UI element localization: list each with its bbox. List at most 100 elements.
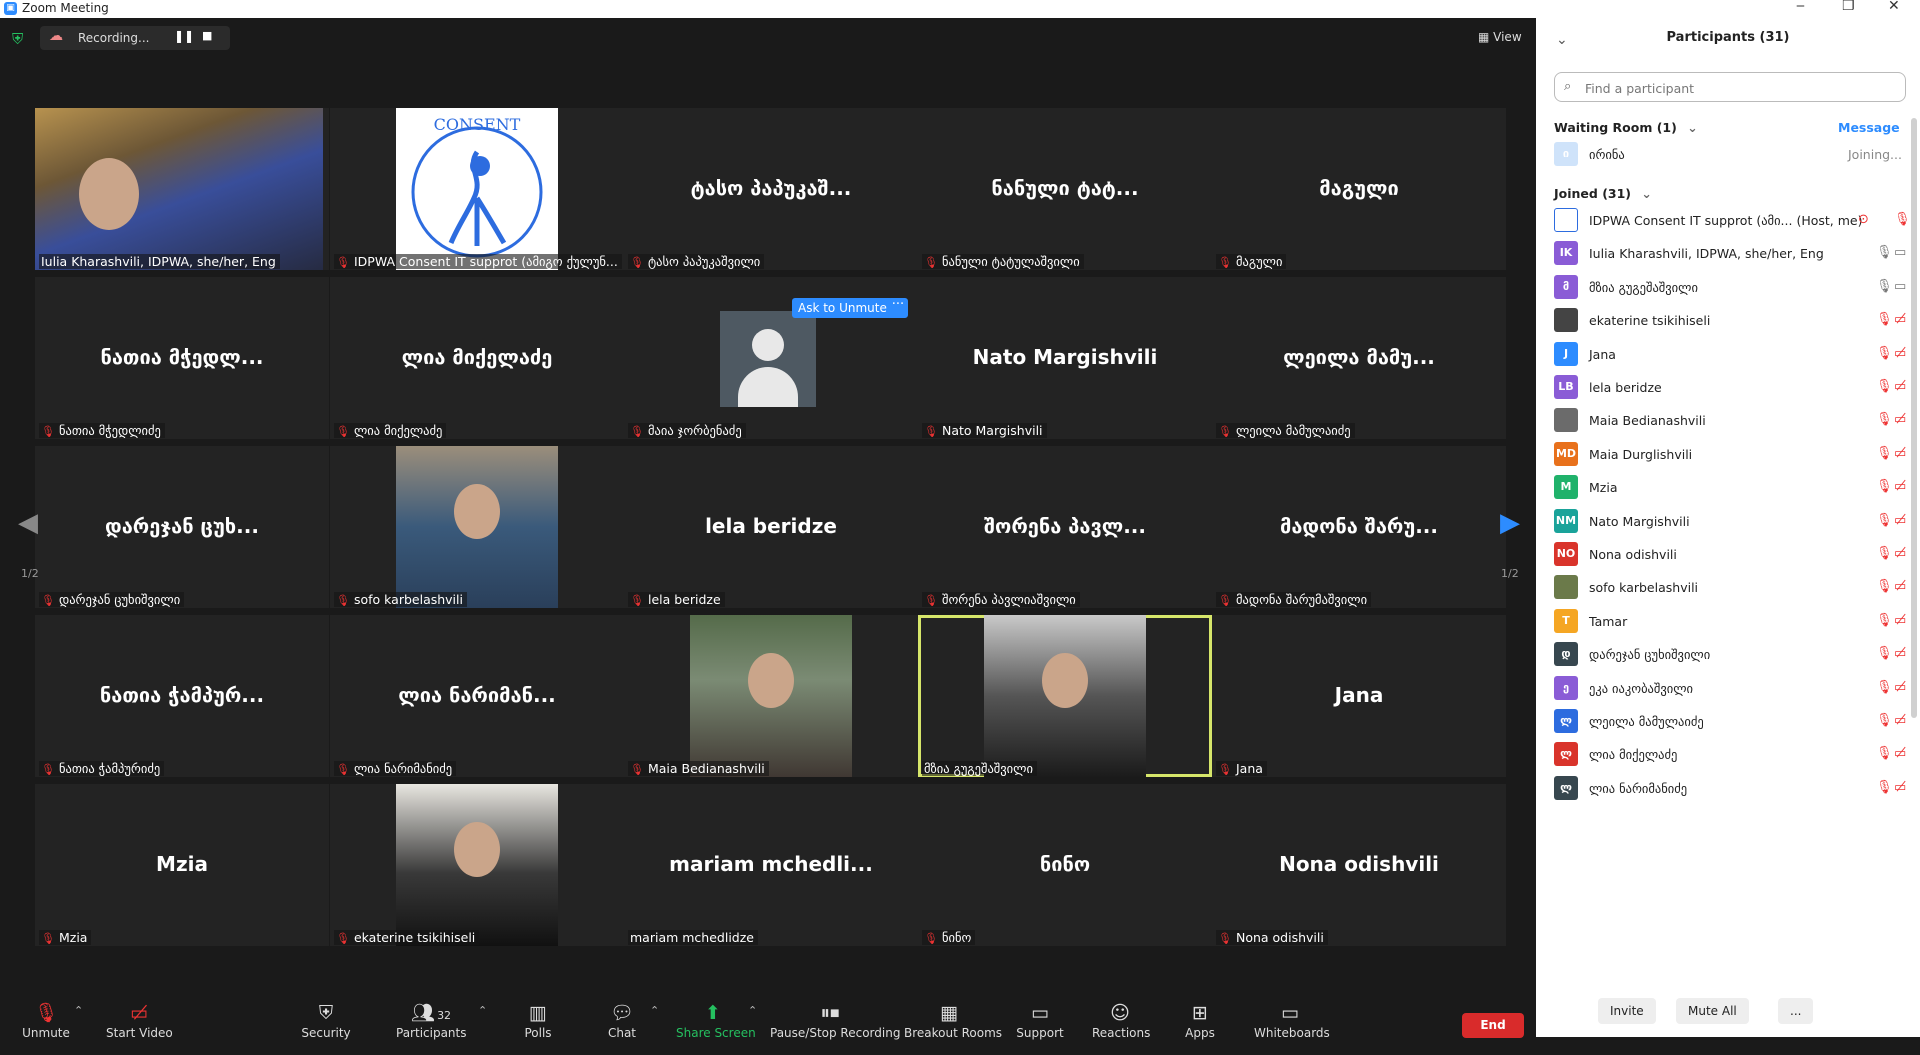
- camera-off-icon[interactable]: ▭̸: [1894, 312, 1906, 327]
- participant-row[interactable]: ე ეკა იაკობაშვილი 🎙︎ ▭̸: [1554, 670, 1914, 703]
- apps-button[interactable]: ⊞ Apps: [1184, 1002, 1216, 1040]
- video-tile[interactable]: მზია გუგეშაშვილი: [918, 615, 1212, 777]
- chat-button[interactable]: 💬︎ Chat: [604, 1002, 640, 1040]
- tile-more-button[interactable]: ···: [888, 298, 908, 318]
- video-tile[interactable]: შორენა პავლ... 🎙︎ შორენა პავლიაშვილი: [918, 446, 1212, 608]
- video-tile[interactable]: 🎙︎ sofo karbelashvili: [330, 446, 624, 608]
- camera-off-icon[interactable]: ▭̸: [1894, 746, 1906, 761]
- recording-dot-icon[interactable]: ⊙: [1858, 212, 1869, 227]
- video-tile[interactable]: მადონა შარუ... 🎙︎ მადონა შარუმაშვილი: [1212, 446, 1506, 608]
- video-tile[interactable]: ნანული ტატ... 🎙︎ ნანული ტატულაშვილი: [918, 108, 1212, 270]
- video-tile[interactable]: Iulia Kharashvili, IDPWA, she/her, Eng: [35, 108, 329, 270]
- video-tile[interactable]: ტასო პაპუკაშ... 🎙︎ ტასო პაპუკაშვილი: [624, 108, 918, 270]
- microphone-muted-icon[interactable]: 🎙︎: [1876, 346, 1893, 361]
- camera-off-icon[interactable]: ▭̸: [1894, 513, 1906, 528]
- microphone-muted-icon[interactable]: 🎙︎: [1876, 379, 1893, 394]
- video-tile[interactable]: ლია მიქელაძე 🎙︎ ლია მიქელაძე: [330, 277, 624, 439]
- prev-page-arrow-icon[interactable]: ◀: [18, 508, 38, 538]
- security-button[interactable]: ⛨ Security: [300, 1002, 352, 1040]
- video-tile[interactable]: ნინო 🎙︎ ნინო: [918, 784, 1212, 946]
- microphone-muted-icon[interactable]: 🎙︎: [1876, 746, 1893, 761]
- participant-row[interactable]: J Jana 🎙︎ ▭̸: [1554, 336, 1914, 369]
- participant-row[interactable]: sofo karbelashvili 🎙︎ ▭̸: [1554, 569, 1914, 602]
- participant-row[interactable]: T Tamar 🎙︎ ▭̸: [1554, 603, 1914, 636]
- video-tile[interactable]: Jana 🎙︎ Jana: [1212, 615, 1506, 777]
- camera-off-icon[interactable]: ▭̸: [1894, 613, 1906, 628]
- participant-row[interactable]: ლ ლია მიქელაძე 🎙︎ ▭̸: [1554, 736, 1914, 769]
- polls-button[interactable]: ▥ Polls: [518, 1002, 558, 1040]
- video-tile[interactable]: მაგული 🎙︎ მაგული: [1212, 108, 1506, 270]
- microphone-muted-icon[interactable]: 🎙︎: [1876, 312, 1893, 327]
- video-tile[interactable]: mariam mchedli... mariam mchedlidze: [624, 784, 918, 946]
- participant-row[interactable]: Maia Bedianashvili 🎙︎ ▭̸: [1554, 402, 1914, 435]
- camera-off-icon[interactable]: ▭̸: [1894, 412, 1906, 427]
- share-screen-button[interactable]: ⬆ Share Screen: [676, 1002, 756, 1040]
- next-page-arrow-icon[interactable]: ▶: [1500, 508, 1520, 538]
- microphone-muted-icon[interactable]: 🎙︎: [1876, 680, 1893, 695]
- video-tile[interactable]: ნათია მჭედლ... 🎙︎ ნათია მჭედლიძე: [35, 277, 329, 439]
- camera-off-icon[interactable]: ▭̸: [1894, 680, 1906, 695]
- video-tile[interactable]: lela beridze 🎙︎ lela beridze: [624, 446, 918, 608]
- camera-off-icon[interactable]: ▭̸: [1894, 346, 1906, 361]
- video-tile[interactable]: 🎙︎ Maia Bedianashvili: [624, 615, 918, 777]
- joined-header[interactable]: Joined (31) ⌄: [1554, 186, 1652, 201]
- microphone-muted-icon[interactable]: 🎙︎: [1876, 713, 1893, 728]
- video-tile[interactable]: Nona odishvili 🎙︎ Nona odishvili: [1212, 784, 1506, 946]
- video-tile[interactable]: ლეილა მამუ... 🎙︎ ლეილა მამულაიძე: [1212, 277, 1506, 439]
- participant-row[interactable]: NO Nona odishvili 🎙︎ ▭̸: [1554, 536, 1914, 569]
- encryption-shield-icon[interactable]: ⛨: [12, 30, 28, 48]
- chat-options-caret[interactable]: ⌃: [650, 1004, 659, 1017]
- participant-row[interactable]: მ მზია გუგეშაშვილი 🎙︎ ▭: [1554, 269, 1914, 302]
- view-button[interactable]: ▦ View: [1478, 30, 1522, 44]
- microphone-muted-icon[interactable]: 🎙︎: [1876, 513, 1893, 528]
- microphone-muted-icon[interactable]: 🎙︎: [1876, 579, 1893, 594]
- video-tile[interactable]: 🎙︎ ekaterine tsikihiseli: [330, 784, 624, 946]
- ask-to-unmute-button[interactable]: Ask to Unmute: [792, 298, 893, 318]
- panel-more-button[interactable]: ...: [1778, 998, 1814, 1024]
- camera-off-icon[interactable]: ▭̸: [1894, 446, 1906, 461]
- microphone-muted-icon[interactable]: 🎙︎: [1876, 546, 1893, 561]
- microphone-icon[interactable]: 🎙︎: [1876, 279, 1893, 294]
- camera-off-icon[interactable]: ▭̸: [1894, 379, 1906, 394]
- camera-icon[interactable]: ▭: [1894, 279, 1906, 294]
- participant-row[interactable]: ლ ლია ნარიმანიძე 🎙︎ ▭̸: [1554, 770, 1914, 803]
- microphone-muted-icon[interactable]: 🎙︎: [1876, 613, 1893, 628]
- participant-row[interactable]: ლ ლეილა მამულაიძე 🎙︎ ▭̸: [1554, 703, 1914, 736]
- audio-options-caret[interactable]: ⌃: [74, 1004, 83, 1017]
- microphone-muted-icon[interactable]: 🎙︎: [1894, 212, 1911, 227]
- pause-stop-recording-button[interactable]: ⏸⏹ Pause/Stop Recording: [770, 1002, 900, 1040]
- microphone-muted-icon[interactable]: 🎙︎: [1876, 412, 1893, 427]
- participant-row[interactable]: M Mzia 🎙︎ ▭̸: [1554, 469, 1914, 502]
- end-meeting-button[interactable]: End: [1462, 1013, 1524, 1038]
- video-tile[interactable]: CONSENT 🎙︎ IDPWA Consent IT supprot (ამიგო…: [330, 108, 624, 270]
- restore-button[interactable]: ❐: [1842, 0, 1855, 14]
- microphone-muted-icon[interactable]: 🎙︎: [1876, 446, 1893, 461]
- invite-button[interactable]: Invite: [1598, 998, 1656, 1024]
- camera-off-icon[interactable]: ▭̸: [1894, 579, 1906, 594]
- camera-off-icon[interactable]: ▭̸: [1894, 713, 1906, 728]
- participant-row[interactable]: IDPWA Consent IT supprot (ამი... (Host, …: [1554, 202, 1914, 235]
- video-tile[interactable]: ლია ნარიმან... 🎙︎ ლია ნარიმანიძე: [330, 615, 624, 777]
- waiting-participant-row[interactable]: ი ირინა Joining...: [1554, 136, 1914, 169]
- whiteboards-button[interactable]: ▭ Whiteboards: [1254, 1002, 1330, 1040]
- close-button[interactable]: ✕: [1888, 0, 1900, 14]
- camera-off-icon[interactable]: ▭̸: [1894, 780, 1906, 795]
- pause-recording-icon[interactable]: ❚❚: [174, 29, 194, 43]
- reactions-button[interactable]: ☺ Reactions: [1092, 1002, 1150, 1040]
- video-tile[interactable]: დარეჯან ცუხ... 🎙︎ დარეჯან ცუხიშვილი: [35, 446, 329, 608]
- camera-off-icon[interactable]: ▭̸: [1894, 479, 1906, 494]
- microphone-muted-icon[interactable]: 🎙︎: [1876, 479, 1893, 494]
- mute-all-button[interactable]: Mute All: [1676, 998, 1749, 1024]
- participant-row[interactable]: LB lela beridze 🎙︎ ▭̸: [1554, 369, 1914, 402]
- camera-off-icon[interactable]: ▭̸: [1894, 546, 1906, 561]
- camera-off-icon[interactable]: ▭̸: [1894, 646, 1906, 661]
- microphone-muted-icon[interactable]: 🎙︎: [1876, 646, 1893, 661]
- participant-row[interactable]: ekaterine tsikihiseli 🎙︎ ▭̸: [1554, 302, 1914, 335]
- video-tile[interactable]: ნათია ჭამპურ... 🎙︎ ნათია ჭამპურიძე: [35, 615, 329, 777]
- participants-button[interactable]: 👥︎ 32 Participants: [396, 1002, 467, 1040]
- camera-icon[interactable]: ▭: [1894, 245, 1906, 260]
- participants-options-caret[interactable]: ⌃: [478, 1004, 487, 1017]
- video-tile[interactable]: Nato Margishvili 🎙︎ Nato Margishvili: [918, 277, 1212, 439]
- panel-scrollbar[interactable]: [1911, 118, 1917, 718]
- participant-row[interactable]: IK Iulia Kharashvili, IDPWA, she/her, Eng…: [1554, 235, 1914, 268]
